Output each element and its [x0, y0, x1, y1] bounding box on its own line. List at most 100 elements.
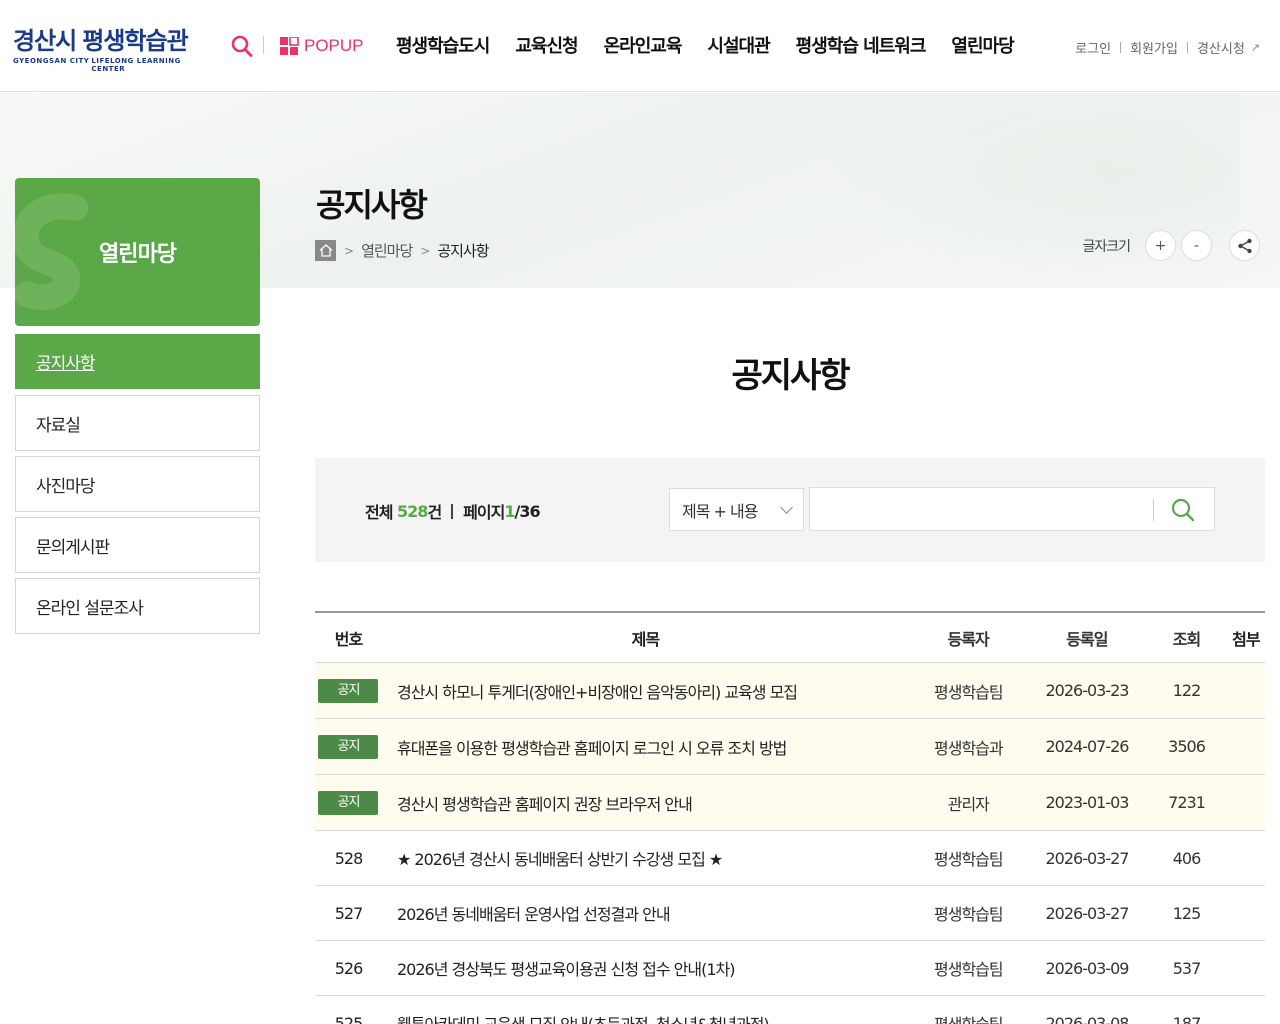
signup-link[interactable]: 회원가입	[1130, 38, 1178, 57]
page-current: 1	[504, 501, 515, 521]
row-writer: 평생학습팀	[934, 905, 1004, 924]
col-header-views: 조회	[1172, 629, 1201, 649]
search-type-select[interactable]: 제목 + 내용	[669, 488, 804, 531]
total-number: 528	[397, 501, 428, 521]
table-row: 526 2026년 경상북도 평생교육이용권 신청 접수 안내(1차) 평생학습…	[315, 941, 1265, 996]
search-submit-icon[interactable]	[1170, 497, 1198, 523]
search-input[interactable]	[810, 488, 1150, 530]
row-views: 537	[1172, 958, 1202, 978]
col-header-date: 등록일	[1066, 629, 1108, 649]
row-title-link[interactable]: 경산시 평생학습관 홈페이지 권장 브라우저 안내	[382, 791, 909, 815]
share-icon	[1237, 238, 1252, 253]
logo-text: 경산시 평생학습관	[13, 28, 215, 54]
row-title-link[interactable]: 웹툰아카데미 교육생 모집 안내(초등과정, 청소년&청년과정)	[382, 1011, 909, 1024]
table-header-row: 번호 제목 등록자 등록일 조회 첨부	[315, 613, 1265, 663]
logo-center: 평생학습관	[82, 27, 188, 55]
total-unit: 건	[427, 503, 442, 522]
col-header-no: 번호	[334, 629, 363, 649]
row-date: 2026-03-27	[1045, 903, 1130, 923]
site-header: 경산시 평생학습관 GYEONGSAN CITY LIFELONG LEARNIN…	[0, 0, 1280, 92]
chevron-down-icon	[780, 501, 793, 514]
font-size-label: 글자크기	[1082, 238, 1131, 255]
row-writer: 평생학습과	[934, 738, 1004, 758]
row-date: 2024-07-26	[1045, 737, 1130, 756]
util-divider	[1186, 42, 1188, 53]
row-views: 122	[1172, 681, 1202, 700]
nav-lifelong-city[interactable]: 평생학습도시	[396, 32, 490, 58]
row-title-link[interactable]: ★ 2026년 경산시 동네배움터 상반기 수강생 모집 ★	[382, 846, 909, 870]
header-divider	[263, 36, 264, 54]
row-title-link[interactable]: 2026년 경상북도 평생교육이용권 신청 접수 안내(1차)	[382, 956, 909, 980]
row-writer: 평생학습팀	[934, 960, 1004, 979]
row-title-link[interactable]: 휴대폰을 이용한 평생학습관 홈페이지 로그인 시 오류 조치 방법	[382, 735, 909, 759]
table-row: 공지 경산시 하모니 투게더(장애인+비장애인 음악동아리) 교육생 모집 평생…	[315, 663, 1265, 719]
sidebar-title-box: 열린마당	[15, 178, 260, 326]
row-views: 406	[1172, 848, 1202, 868]
breadcrumb-separator: >	[344, 243, 354, 258]
sidebar-item-notice[interactable]: 공지사항	[15, 334, 260, 389]
nav-open-forum[interactable]: 열린마당	[951, 32, 1014, 58]
sidebar-item-photos[interactable]: 사진마당	[15, 456, 260, 512]
table-row: 525 웹툰아카데미 교육생 모집 안내(초등과정, 청소년&청년과정) 평생학…	[315, 996, 1265, 1024]
main-nav: 평생학습도시 교육신청 온라인교육 시설대관 평생학습 네트워크 열린마당	[396, 32, 1015, 58]
sidebar-menu: 공지사항 자료실 사진마당 문의게시판 온라인 설문조사	[15, 334, 260, 639]
nav-network[interactable]: 평생학습 네트워크	[796, 32, 927, 58]
sidebar-item-archive[interactable]: 자료실	[15, 395, 260, 451]
font-decrease-button[interactable]: -	[1181, 230, 1212, 261]
board-search-panel: 전체 528 건 페이지 1/36 제목 + 내용	[315, 458, 1265, 562]
row-views: 7231	[1168, 793, 1206, 812]
notice-badge: 공지	[318, 678, 379, 703]
row-views: 125	[1172, 903, 1202, 923]
logo-city: 경산시	[13, 27, 77, 55]
row-writer: 평생학습팀	[909, 1011, 1028, 1024]
notice-badge: 공지	[318, 790, 379, 815]
font-increase-button[interactable]: +	[1145, 230, 1176, 261]
nav-facility-rental[interactable]: 시설대관	[707, 32, 770, 58]
city-hall-link[interactable]: 경산시청	[1197, 38, 1245, 57]
search-divider	[1153, 499, 1154, 521]
content-title: 공지사항	[731, 356, 850, 396]
share-button[interactable]	[1229, 230, 1260, 261]
popup-label: POPUP	[304, 36, 364, 55]
site-logo[interactable]: 경산시 평생학습관 GYEONGSAN CITY LIFELONG LEARNIN…	[13, 28, 215, 73]
sidebar-item-inquiry[interactable]: 문의게시판	[15, 517, 260, 573]
row-number: 527	[334, 903, 364, 923]
page-title: 공지사항	[316, 186, 428, 224]
row-writer: 관리자	[947, 794, 990, 814]
row-views: 3506	[1168, 737, 1206, 756]
nav-course-apply[interactable]: 교육신청	[515, 32, 578, 58]
breadcrumb-item-current: 공지사항	[437, 242, 489, 260]
row-number: 공지	[315, 734, 382, 759]
row-date: 2026-03-23	[1045, 681, 1130, 700]
popup-grid-icon	[280, 36, 299, 55]
total-divider	[451, 503, 454, 519]
breadcrumb-item-forum[interactable]: 열린마당	[361, 240, 413, 261]
page-tools: 글자크기 + -	[1082, 230, 1260, 261]
home-icon[interactable]	[315, 240, 336, 261]
notice-badge: 공지	[318, 734, 379, 759]
row-number: 528	[334, 848, 364, 868]
col-header-file: 첨부	[1232, 629, 1260, 649]
search-type-value: 제목 + 내용	[682, 501, 758, 521]
logo-sub-left: GYEONGSAN CITY	[13, 57, 90, 65]
breadcrumb-separator: >	[420, 243, 430, 258]
utility-links: 로그인 회원가입 경산시청 ↗	[1075, 38, 1260, 57]
sidebar-item-survey[interactable]: 온라인 설문조사	[15, 578, 260, 634]
popup-button[interactable]: POPUP	[280, 35, 364, 57]
row-writer: 평생학습팀	[934, 682, 1004, 702]
table-row: 공지 경산시 평생학습관 홈페이지 권장 브라우저 안내 관리자 2023-01…	[315, 775, 1265, 831]
row-date: 2026-03-27	[1045, 848, 1130, 868]
row-number: 526	[334, 958, 364, 978]
row-number: 525	[334, 1013, 364, 1024]
row-title-link[interactable]: 경산시 하모니 투게더(장애인+비장애인 음악동아리) 교육생 모집	[382, 679, 909, 703]
row-title-link[interactable]: 2026년 동네배움터 운영사업 선정결과 안내	[382, 901, 909, 925]
logo-sub-right: LIFELONG LEARNING CENTER	[91, 57, 181, 73]
notice-board-table: 번호 제목 등록자 등록일 조회 첨부 공지 경산시 하모니 투게더(장애인+비…	[315, 611, 1265, 1024]
sidebar-title: 열린마당	[99, 242, 177, 267]
nav-online-edu[interactable]: 온라인교육	[604, 32, 683, 58]
row-number: 공지	[315, 790, 382, 815]
login-link[interactable]: 로그인	[1075, 38, 1111, 57]
logo-subtitle: GYEONGSAN CITY LIFELONG LEARNING CENTER	[13, 57, 215, 73]
total-label: 전체	[365, 503, 393, 522]
search-icon[interactable]	[231, 34, 253, 58]
